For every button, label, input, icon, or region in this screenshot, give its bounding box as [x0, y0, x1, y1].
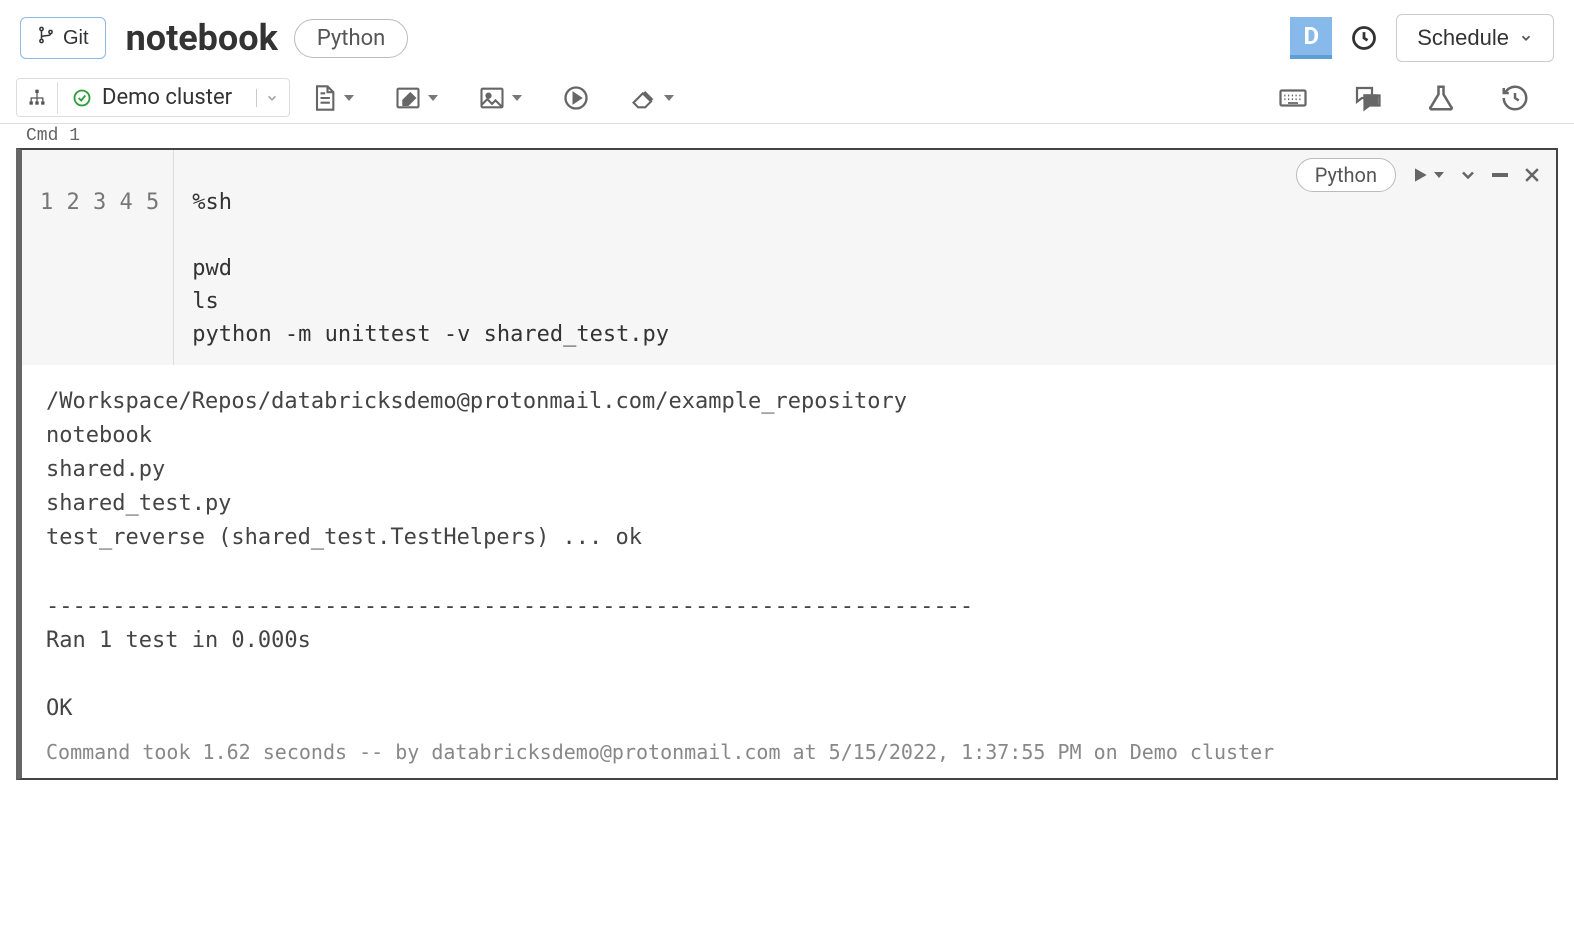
line-gutter: 1 2 3 4 5 — [22, 150, 174, 365]
history-icon — [1500, 83, 1530, 113]
header: Git notebook Python D Schedule — [0, 0, 1574, 72]
language-pill[interactable]: Python — [294, 19, 408, 58]
caret-down-icon — [344, 95, 354, 101]
cell-toolbar: Python — [1296, 158, 1542, 192]
schedule-label: Schedule — [1417, 25, 1509, 51]
cluster-selector[interactable]: Demo cluster — [16, 78, 290, 117]
user-avatar[interactable]: D — [1290, 17, 1332, 59]
cell-minimize-button[interactable] — [1492, 173, 1508, 177]
git-label: Git — [63, 27, 89, 50]
caret-down-icon — [664, 95, 674, 101]
cluster-network-icon — [17, 82, 58, 114]
history-button[interactable] — [1492, 79, 1538, 117]
cell-run-button[interactable] — [1410, 165, 1444, 185]
chevron-down-icon — [1458, 165, 1478, 185]
clear-button[interactable] — [622, 80, 682, 116]
play-circle-icon — [562, 84, 590, 112]
chevron-down-icon — [1519, 31, 1533, 45]
chevron-down-icon — [265, 91, 279, 105]
status-ok-icon — [72, 88, 92, 108]
keyboard-button[interactable] — [1270, 79, 1316, 117]
close-icon — [1522, 165, 1542, 185]
edit-icon — [394, 84, 422, 112]
experiments-button[interactable] — [1418, 79, 1464, 117]
play-icon — [1410, 165, 1430, 185]
caret-down-icon — [428, 95, 438, 101]
image-button[interactable] — [470, 80, 530, 116]
cell-close-button[interactable] — [1522, 165, 1542, 185]
edit-button[interactable] — [386, 80, 446, 116]
cluster-name-label: Demo cluster — [102, 85, 232, 110]
image-icon — [478, 84, 506, 112]
file-button[interactable] — [302, 80, 362, 116]
cell-output: /Workspace/Repos/databricksdemo@protonma… — [22, 365, 1556, 734]
keyboard-icon — [1278, 83, 1308, 113]
toolbar: Demo cluster — [0, 72, 1574, 124]
git-branch-icon — [37, 26, 55, 50]
caret-down-icon — [1434, 172, 1444, 178]
eraser-icon — [630, 84, 658, 112]
run-all-button[interactable] — [554, 80, 598, 116]
cell-collapse-button[interactable] — [1458, 165, 1478, 185]
notebook-title[interactable]: notebook — [126, 17, 278, 59]
file-icon — [310, 84, 338, 112]
notebook-cell: Python 1 2 3 4 5 %sh pwd ls python -m un… — [16, 148, 1558, 780]
clock-icon[interactable] — [1348, 22, 1380, 54]
caret-down-icon — [512, 95, 522, 101]
cell-language-pill[interactable]: Python — [1296, 158, 1396, 192]
cmd-label: Cmd 1 — [0, 124, 1574, 148]
comments-button[interactable] — [1344, 79, 1390, 117]
comments-icon — [1352, 83, 1382, 113]
minus-icon — [1492, 173, 1508, 177]
command-meta: Command took 1.62 seconds -- by databric… — [22, 734, 1556, 778]
cluster-dropdown[interactable] — [246, 83, 289, 113]
git-button[interactable]: Git — [20, 17, 106, 59]
flask-icon — [1426, 83, 1456, 113]
schedule-button[interactable]: Schedule — [1396, 14, 1554, 62]
